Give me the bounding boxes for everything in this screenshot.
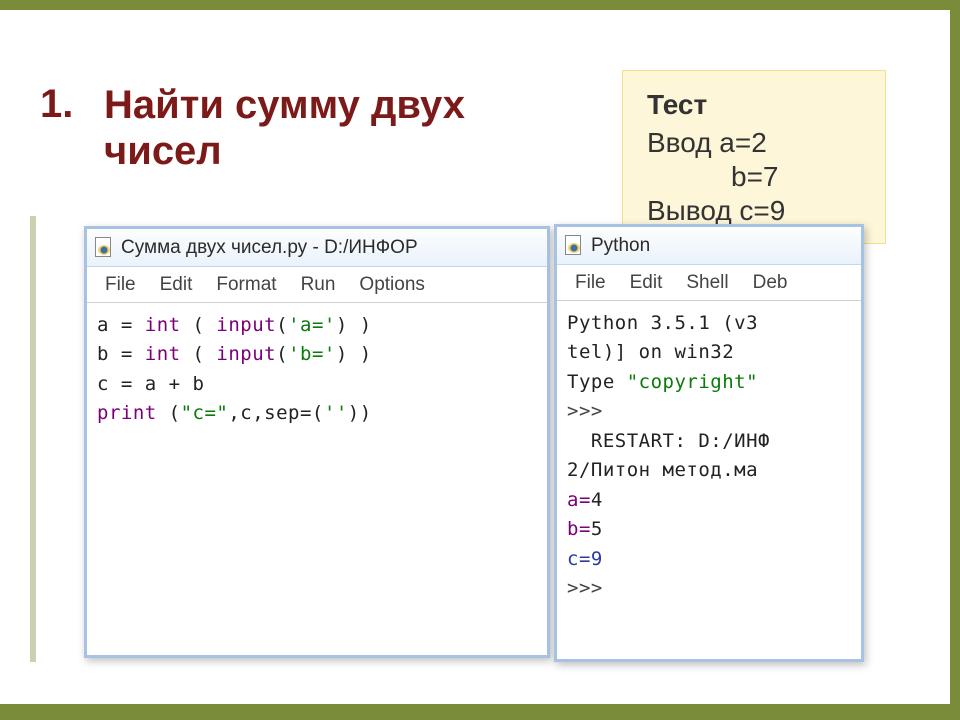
slide-number: 1. xyxy=(40,82,80,127)
menu-options[interactable]: Options xyxy=(347,274,436,296)
shell-output[interactable]: Python 3.5.1 (v3 tel)] on win32 Type "co… xyxy=(557,301,861,611)
code-line-3: c = a + b xyxy=(97,370,537,399)
menu-run[interactable]: Run xyxy=(289,274,348,296)
shell-var-c: c=9 xyxy=(567,545,851,574)
editor-code[interactable]: a = int ( input('a=') ) b = int ( input(… xyxy=(87,303,547,437)
shell-title: Python xyxy=(591,235,650,257)
python-file-icon xyxy=(565,235,583,257)
shell-line: tel)] on win32 xyxy=(567,338,851,367)
menu-edit[interactable]: Edit xyxy=(618,272,675,294)
test-line-2: b=7 xyxy=(647,161,867,193)
menu-file[interactable]: File xyxy=(93,274,148,296)
editor-titlebar[interactable]: Сумма двух чисел.ру - D:/ИНФОР xyxy=(87,229,547,267)
code-line-1: a = int ( input('a=') ) xyxy=(97,311,537,340)
shell-prompt: >>> xyxy=(567,574,851,603)
shell-window: Python File Edit Shell Deb Python 3.5.1 … xyxy=(554,224,864,662)
menu-format[interactable]: Format xyxy=(204,274,288,296)
test-line-1: Ввод а=2 xyxy=(647,127,867,159)
shell-menubar: File Edit Shell Deb xyxy=(557,265,861,301)
code-line-4: print ("c=",c,sep=('')) xyxy=(97,399,537,428)
menu-shell[interactable]: Shell xyxy=(674,272,740,294)
shell-line: Type "copyright" xyxy=(567,368,851,397)
shell-path: 2/Питон метод.ма xyxy=(567,456,851,485)
test-box: Тест Ввод а=2 b=7 Вывод с=9 xyxy=(622,70,886,244)
menu-file[interactable]: File xyxy=(563,272,618,294)
slide-title: 1. Найти сумму двух чисел xyxy=(40,82,630,174)
editor-menubar: File Edit Format Run Options xyxy=(87,267,547,303)
slide-title-text: Найти сумму двух чисел xyxy=(104,82,465,174)
slide: 1. Найти сумму двух чисел Тест Ввод а=2 … xyxy=(0,0,960,720)
menu-debug[interactable]: Deb xyxy=(741,272,800,294)
shell-line: Python 3.5.1 (v3 xyxy=(567,309,851,338)
python-file-icon xyxy=(95,237,113,259)
editor-window: Сумма двух чисел.ру - D:/ИНФОР File Edit… xyxy=(84,226,550,658)
shell-restart: RESTART: D:/ИНФ xyxy=(567,427,851,456)
menu-edit[interactable]: Edit xyxy=(148,274,205,296)
test-heading: Тест xyxy=(647,89,867,121)
shell-var-a: a=4 xyxy=(567,486,851,515)
accent-bar xyxy=(30,216,36,662)
editor-title: Сумма двух чисел.ру - D:/ИНФОР xyxy=(121,237,418,259)
shell-var-b: b=5 xyxy=(567,515,851,544)
shell-titlebar[interactable]: Python xyxy=(557,227,861,265)
test-line-3: Вывод с=9 xyxy=(647,195,867,227)
code-line-2: b = int ( input('b=') ) xyxy=(97,340,537,369)
shell-prompt: >>> xyxy=(567,397,851,426)
